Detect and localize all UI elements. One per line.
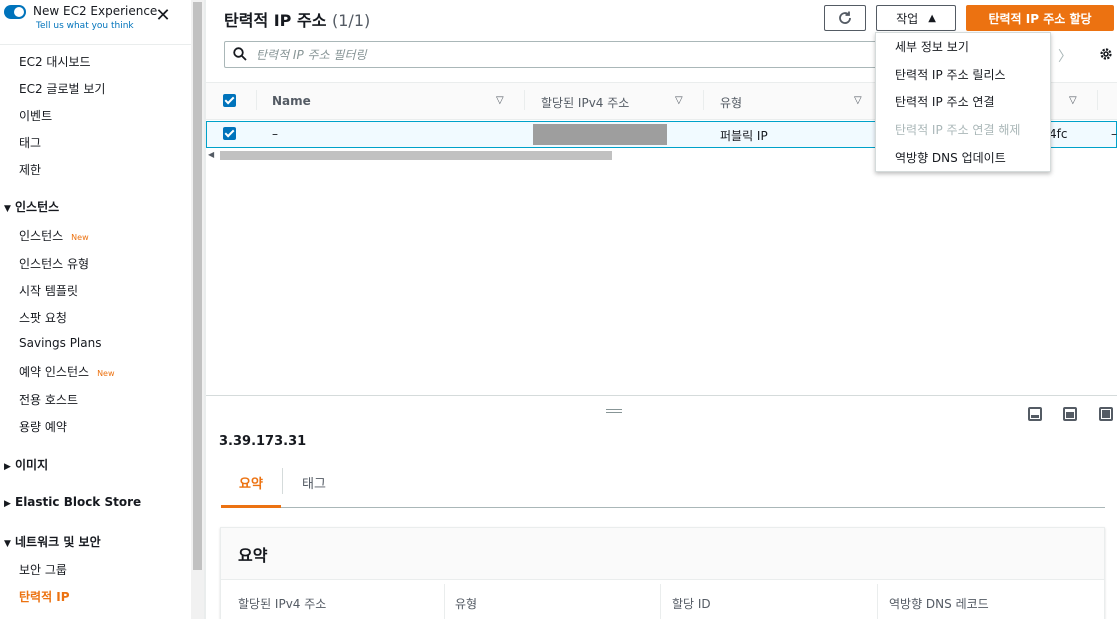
panel-bottom-small-icon[interactable]	[1028, 407, 1042, 421]
actions-button[interactable]: 작업 ▲	[876, 5, 956, 31]
tab-divider	[282, 468, 283, 494]
chevron-right-icon[interactable]: 〉	[1058, 46, 1072, 66]
sidebar-item-instance-types[interactable]: 인스턴스 유형	[19, 255, 89, 272]
tab-tags[interactable]: 태그	[302, 473, 326, 492]
allocate-elastic-ip-button[interactable]: 탄력적 IP 주소 할당	[966, 5, 1114, 31]
cell-allocation-id: 4fc	[1049, 127, 1068, 141]
column-divider	[524, 90, 525, 110]
sort-icon[interactable]: ▽	[854, 95, 862, 106]
sidebar-section-network-security[interactable]: ▼ 네트워크 및 보안	[4, 533, 101, 550]
sidebar-item-tags[interactable]: 태그	[19, 134, 41, 151]
column-header-name[interactable]: Name	[272, 94, 311, 108]
page-title: 탄력적 IP 주소 (1/1)	[224, 11, 371, 30]
caret-right-icon: ▶	[4, 499, 11, 509]
tab-summary[interactable]: 요약	[239, 473, 263, 492]
column-divider	[256, 90, 257, 110]
table-scrollbar-thumb[interactable]	[220, 151, 612, 160]
caret-up-icon: ▲	[928, 12, 936, 24]
menu-item-release-eip[interactable]: 탄력적 IP 주소 릴리스	[895, 66, 1006, 83]
select-all-checkbox[interactable]	[223, 94, 236, 107]
divider	[0, 44, 191, 45]
sidebar-item-security-groups[interactable]: 보안 그룹	[19, 561, 67, 578]
panel-bottom-half-icon[interactable]	[1063, 407, 1077, 421]
sidebar-item-elastic-ips[interactable]: 탄력적 IP	[19, 588, 70, 605]
active-tab-indicator	[221, 505, 281, 508]
summary-card-header	[221, 528, 1104, 580]
caret-down-icon: ▼	[4, 204, 11, 214]
sort-icon[interactable]: ▽	[496, 95, 504, 106]
tab-baseline	[221, 507, 1105, 508]
sort-icon[interactable]: ▽	[675, 95, 683, 106]
column-header-ipv4[interactable]: 할당된 IPv4 주소	[541, 94, 629, 111]
sidebar-nav: New EC2 Experience Tell us what you thin…	[0, 0, 191, 619]
sidebar-item-savings-plans[interactable]: Savings Plans	[19, 336, 101, 350]
refresh-button[interactable]	[824, 5, 866, 31]
cell-type: 퍼블릭 IP	[720, 129, 768, 143]
sidebar-item-launch-templates[interactable]: 시작 템플릿	[19, 282, 78, 299]
field-label-allocation-id: 할당 ID	[672, 597, 711, 611]
sidebar-section-ebs[interactable]: ▶ Elastic Block Store	[4, 495, 141, 509]
field-label-ipv4: 할당된 IPv4 주소	[238, 597, 327, 611]
new-badge: New	[97, 369, 115, 378]
sidebar-section-instances[interactable]: ▼ 인스턴스	[4, 198, 59, 215]
column-divider	[444, 584, 445, 619]
sidebar-item-events[interactable]: 이벤트	[19, 107, 52, 124]
cell-name: –	[272, 127, 278, 141]
cell-truncated: –	[1111, 127, 1117, 141]
sidebar-item-ec2-dashboard[interactable]: EC2 대시보드	[19, 53, 91, 70]
menu-item-update-reverse-dns[interactable]: 역방향 DNS 업데이트	[895, 149, 1006, 166]
panel-full-icon[interactable]	[1099, 407, 1113, 421]
selection-count: (1/1)	[332, 11, 371, 30]
sidebar-item-limits[interactable]: 제한	[19, 161, 41, 178]
menu-item-associate-eip[interactable]: 탄력적 IP 주소 연결	[895, 93, 995, 110]
column-divider	[877, 584, 878, 619]
gear-icon[interactable]	[1098, 46, 1114, 62]
new-badge: New	[71, 233, 89, 242]
field-label-type: 유형	[455, 597, 478, 611]
sidebar-item-instances[interactable]: 인스턴스 New	[19, 227, 89, 244]
sort-icon[interactable]: ▽	[1069, 95, 1077, 106]
sidebar-item-ec2-global-view[interactable]: EC2 글로벌 보기	[19, 80, 105, 97]
column-divider	[660, 584, 661, 619]
column-divider	[1097, 90, 1098, 110]
field-label-reverse-dns: 역방향 DNS 레코드	[889, 597, 989, 611]
column-divider	[703, 90, 704, 110]
menu-item-disassociate-eip: 탄력적 IP 주소 연결 해제	[895, 123, 1021, 137]
sidebar-section-images[interactable]: ▶ 이미지	[4, 456, 48, 473]
sidebar-item-capacity-reservations[interactable]: 용량 예약	[19, 418, 67, 435]
detail-ip-title: 3.39.173.31	[219, 434, 307, 449]
summary-card-title: 요약	[238, 546, 268, 565]
sidebar-item-dedicated-hosts[interactable]: 전용 호스트	[19, 391, 78, 408]
new-experience-toggle[interactable]	[4, 5, 26, 19]
refresh-icon	[839, 11, 851, 24]
new-experience-title: New EC2 Experience	[33, 4, 158, 18]
cell-ipv4-redacted	[533, 124, 667, 145]
resize-handle-icon[interactable]	[606, 409, 622, 413]
caret-right-icon: ▶	[4, 462, 11, 472]
search-placeholder: 탄력적 IP 주소 필터링	[256, 48, 367, 62]
close-icon[interactable]: ✕	[155, 7, 171, 25]
feedback-link[interactable]: Tell us what you think	[36, 21, 134, 31]
sidebar-item-reserved-instances[interactable]: 예약 인스턴스 New	[19, 363, 115, 380]
search-icon	[233, 47, 247, 61]
menu-item-view-details[interactable]: 세부 정보 보기	[895, 38, 969, 55]
sidebar-item-spot-requests[interactable]: 스팟 요청	[19, 309, 67, 326]
scroll-left-icon[interactable]: ◀	[208, 150, 214, 159]
column-header-type[interactable]: 유형	[720, 94, 742, 111]
caret-down-icon: ▼	[4, 539, 11, 549]
sidebar-scrollbar-thumb[interactable]	[193, 2, 202, 570]
row-checkbox[interactable]	[223, 127, 236, 140]
